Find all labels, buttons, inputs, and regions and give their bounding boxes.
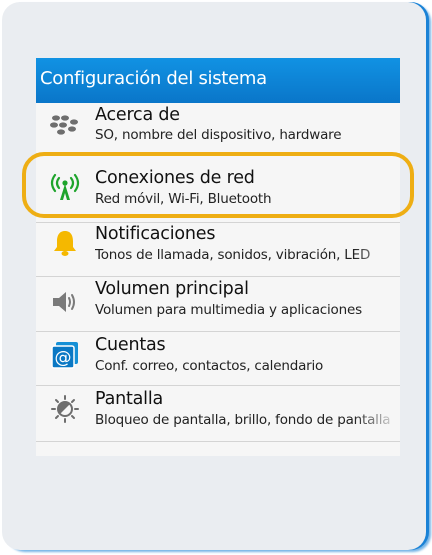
settings-item-label: Pantalla	[95, 389, 164, 409]
title-bar: Configuración del sistema	[36, 58, 400, 103]
divider	[36, 222, 400, 223]
divider	[36, 441, 400, 442]
blackberry-logo-icon	[50, 115, 78, 135]
settings-item-label: Cuentas	[95, 335, 166, 355]
divider	[36, 385, 400, 386]
brightness-icon	[51, 395, 79, 423]
settings-screen: Configuración del sistema Acerca de SO, …	[36, 58, 400, 456]
divider	[36, 276, 400, 277]
settings-item-label: Notificaciones	[95, 224, 216, 244]
settings-item-label: Acerca de	[95, 105, 180, 125]
settings-item-display[interactable]: Pantalla Bloqueo de pantalla, brillo, fo…	[36, 389, 400, 447]
settings-item-master-volume[interactable]: Volumen principal Volumen para multimedi…	[36, 279, 400, 337]
settings-item-sublabel: Volumen para multimedia y aplicaciones	[95, 302, 362, 318]
settings-item-notifications[interactable]: Notificaciones Tonos de llamada, sonidos…	[36, 224, 400, 282]
settings-item-sublabel: Bloqueo de pantalla, brillo, fondo de pa…	[95, 412, 391, 428]
svg-text:@: @	[55, 348, 72, 368]
selection-highlight	[22, 152, 414, 218]
device-frame: Configuración del sistema Acerca de SO, …	[2, 2, 426, 550]
divider	[36, 331, 400, 332]
at-sign-icon: @	[51, 342, 78, 369]
page-title: Configuración del sistema	[40, 68, 267, 89]
settings-item-label: Volumen principal	[95, 279, 249, 299]
bell-icon	[54, 231, 76, 256]
settings-item-sublabel: Tonos de llamada, sonidos, vibración, LE…	[95, 247, 371, 263]
settings-item-sublabel: Conf. correo, contactos, calendario	[95, 358, 324, 374]
speaker-icon	[53, 292, 75, 312]
settings-item-sublabel: SO, nombre del dispositivo, hardware	[95, 127, 342, 143]
